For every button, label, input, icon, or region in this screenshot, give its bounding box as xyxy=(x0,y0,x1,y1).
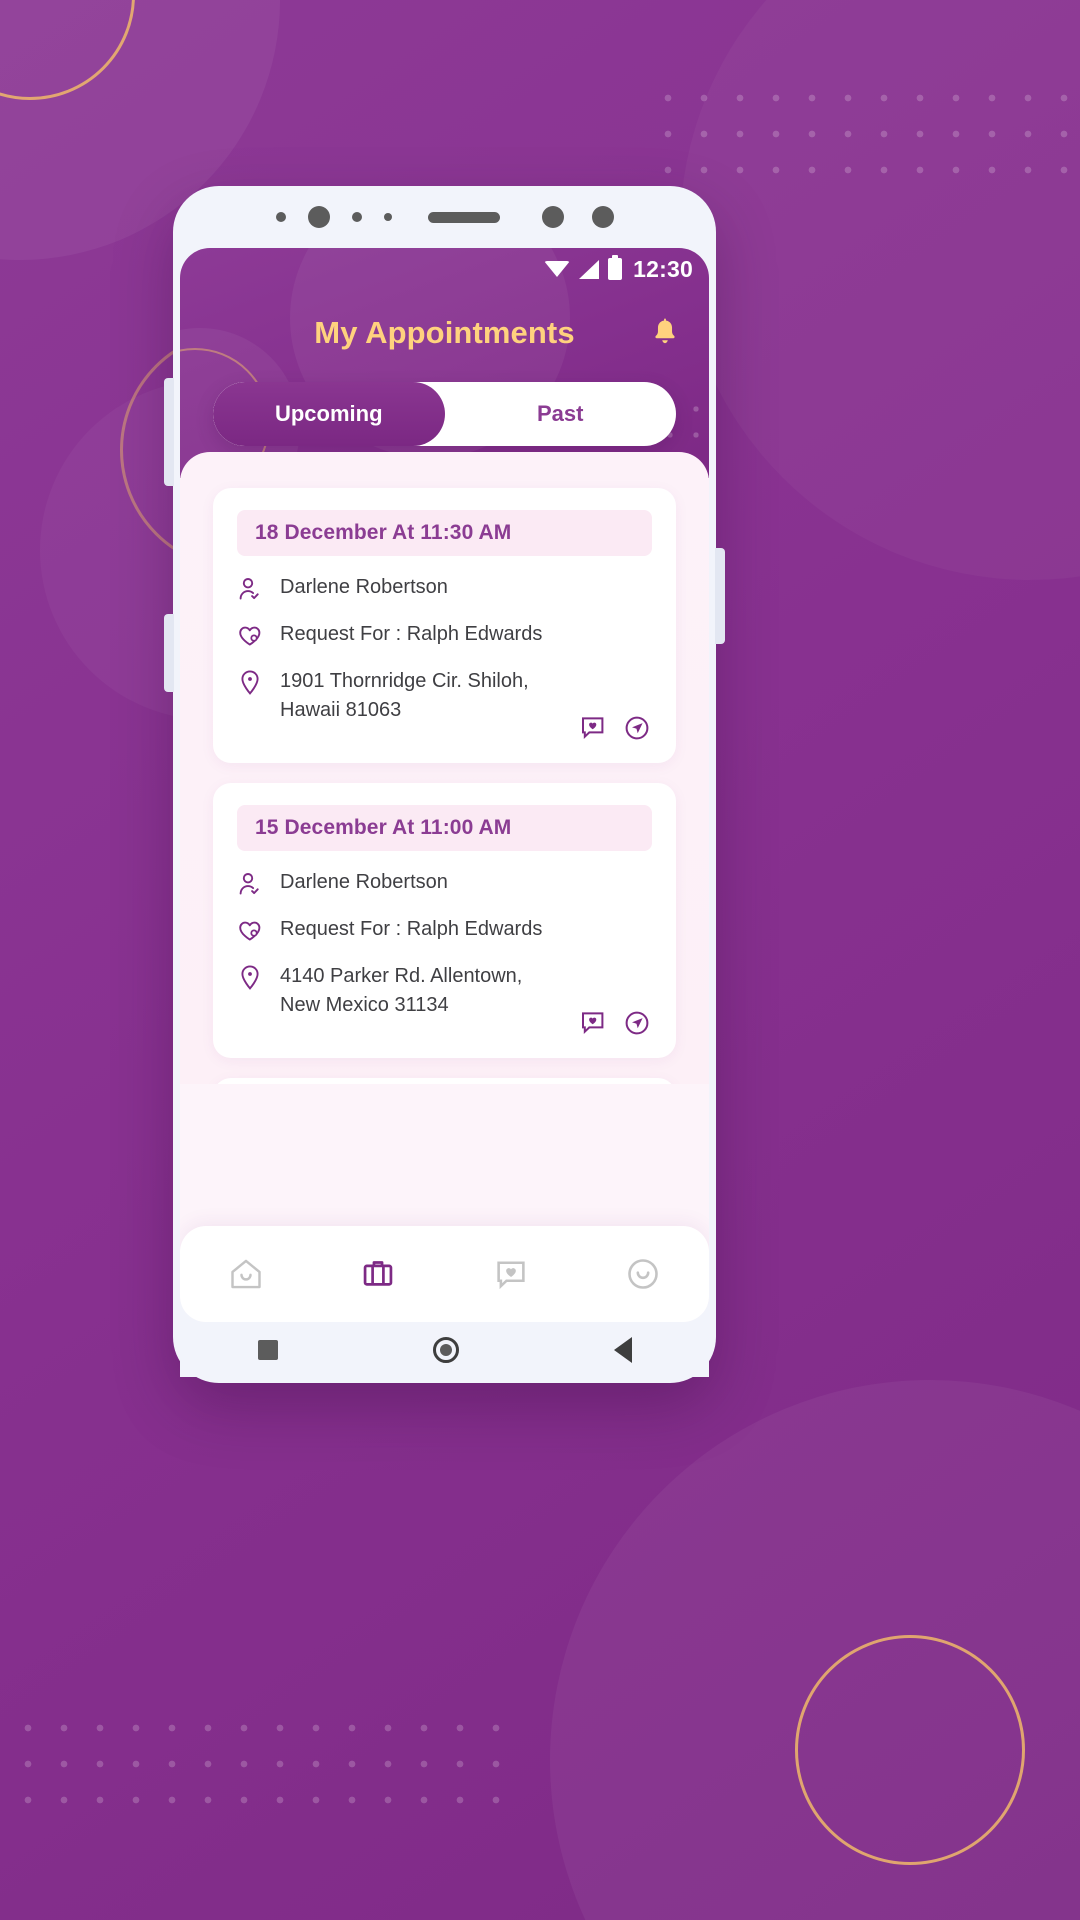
address-line-1: 1901 Thornridge Cir. Shiloh, xyxy=(280,670,529,692)
user-check-icon xyxy=(237,868,263,898)
chat-heart-button[interactable] xyxy=(578,1008,608,1038)
sensor-dot-2 xyxy=(351,212,362,222)
bell-icon xyxy=(655,318,675,344)
home-icon xyxy=(231,1259,261,1289)
appointment-card[interactable]: 15 December At 11:00 AM Darlene Robertso… xyxy=(213,783,676,1058)
smiley-icon xyxy=(628,1259,658,1289)
appointment-person-name: Darlene Robertson xyxy=(280,871,448,893)
appointment-person-row: Darlene Robertson xyxy=(237,573,652,603)
address-line-2: Hawaii 81063 xyxy=(280,699,402,721)
sensor-dot-4 xyxy=(541,206,564,228)
appointment-request-text: Request For : Ralph Edwards xyxy=(280,918,543,940)
navigate-icon xyxy=(625,1011,649,1035)
chat-heart-button[interactable] xyxy=(578,713,608,743)
appointment-person-row: Darlene Robertson xyxy=(237,868,652,898)
background-blob-bottom-right xyxy=(550,1380,1080,1920)
appointment-request-row: Request For : Ralph Edwards xyxy=(237,620,652,650)
sensor-dot-3 xyxy=(383,213,392,221)
chat-heart-icon xyxy=(496,1261,525,1290)
user-check-icon xyxy=(237,573,263,603)
appointment-person-name: Darlene Robertson xyxy=(280,576,448,598)
appointment-card[interactable]: 18 December At 11:30 AM Darlene Robertso… xyxy=(213,488,676,763)
cellular-signal-icon xyxy=(579,259,600,279)
wifi-icon xyxy=(544,260,571,277)
triangle-back-icon[interactable] xyxy=(613,1337,632,1363)
earpiece-speaker xyxy=(427,211,500,223)
decorative-ring-top-left xyxy=(0,0,135,100)
title-row: My Appointments xyxy=(180,290,709,376)
map-pin-icon xyxy=(237,962,263,992)
volume-down-button[interactable] xyxy=(164,614,174,692)
heart-check-icon xyxy=(237,620,263,650)
chat-heart-icon xyxy=(582,1012,604,1035)
address-line-1: 4140 Parker Rd. Allentown, xyxy=(280,965,523,987)
nav-home-button[interactable] xyxy=(218,1246,274,1302)
power-button[interactable] xyxy=(715,548,725,644)
chat-heart-icon xyxy=(582,717,604,740)
dot-pattern-top xyxy=(650,80,1070,180)
appointment-address: 4140 Parker Rd. Allentown, New Mexico 31… xyxy=(280,962,522,1020)
nav-messages-button[interactable] xyxy=(483,1246,539,1302)
square-recents-icon[interactable] xyxy=(257,1340,278,1360)
status-bar: 12:30 xyxy=(180,248,709,290)
front-camera xyxy=(307,206,330,228)
sensor-dot-1 xyxy=(275,212,286,222)
phone-top-bezel xyxy=(173,186,716,248)
sensor-dot-5 xyxy=(591,206,614,228)
tab-bar: Upcoming Past xyxy=(213,382,676,446)
status-bar-time: 12:30 xyxy=(633,255,693,282)
tab-past[interactable]: Past xyxy=(445,382,677,446)
appointment-address: 1901 Thornridge Cir. Shiloh, Hawaii 8106… xyxy=(280,667,529,725)
decorative-ring-bottom-right xyxy=(795,1635,1025,1865)
volume-up-button[interactable] xyxy=(164,378,174,486)
dot-pattern-bottom xyxy=(10,1710,510,1820)
appointment-date-badge: 15 December At 11:00 AM xyxy=(237,805,652,851)
bottom-navigation xyxy=(180,1226,709,1322)
android-navigation-bar xyxy=(180,1323,709,1377)
notification-bell-button[interactable] xyxy=(645,313,685,353)
nav-profile-button[interactable] xyxy=(615,1246,671,1302)
tab-upcoming[interactable]: Upcoming xyxy=(213,382,445,446)
app-screen: 12:30 My Appointments Upcoming Past 18 D… xyxy=(180,248,709,1322)
page-title: My Appointments xyxy=(314,315,575,350)
battery-icon xyxy=(608,255,623,280)
appointment-date-badge: 18 December At 11:30 AM xyxy=(237,510,652,556)
briefcase-icon xyxy=(364,1261,393,1286)
nav-appointments-button[interactable] xyxy=(350,1246,406,1302)
heart-check-icon xyxy=(237,915,263,945)
appointment-card[interactable]: 08 December At 07:30 AM Floyd Miles xyxy=(213,1078,676,1084)
appointment-request-text: Request For : Ralph Edwards xyxy=(280,623,543,645)
circle-home-icon[interactable] xyxy=(432,1337,459,1363)
navigate-button[interactable] xyxy=(622,1008,652,1038)
map-pin-icon xyxy=(237,667,263,697)
navigate-icon xyxy=(625,716,649,740)
navigate-button[interactable] xyxy=(622,713,652,743)
tabs-container: Upcoming Past xyxy=(180,382,709,446)
app-header: 12:30 My Appointments Upcoming Past xyxy=(180,248,709,478)
phone-mockup: 12:30 My Appointments Upcoming Past 18 D… xyxy=(164,186,725,1383)
appointments-list[interactable]: 18 December At 11:30 AM Darlene Robertso… xyxy=(180,452,709,1084)
address-line-2: New Mexico 31134 xyxy=(280,994,449,1016)
background-blob-top-right xyxy=(680,0,1080,580)
appointment-request-row: Request For : Ralph Edwards xyxy=(237,915,652,945)
wallpaper-stage: 12:30 My Appointments Upcoming Past 18 D… xyxy=(0,0,1080,1920)
